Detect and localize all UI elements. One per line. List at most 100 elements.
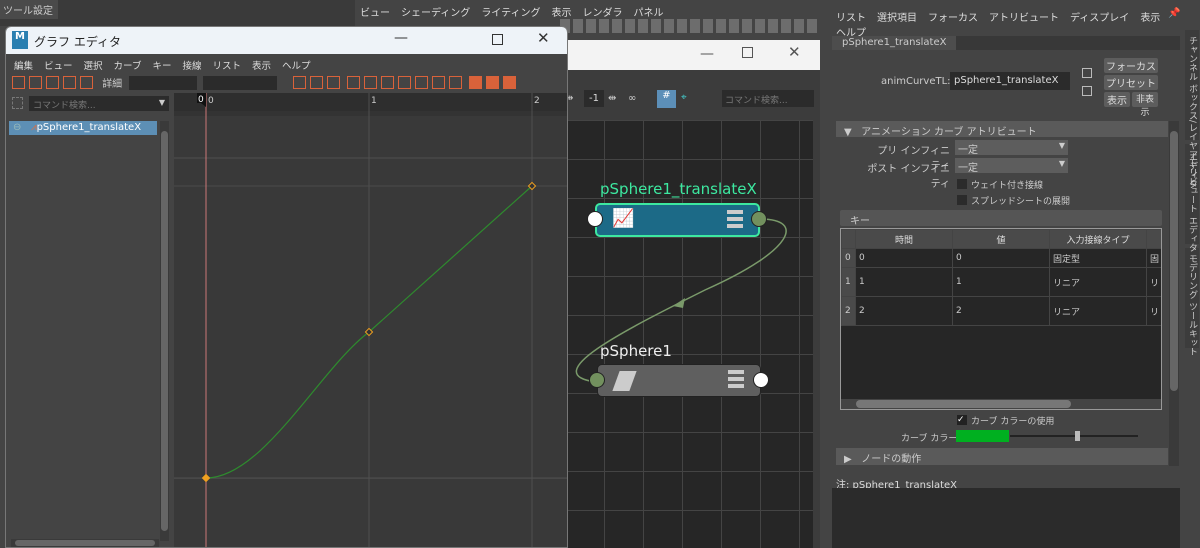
keyframe[interactable] <box>201 473 211 483</box>
scrollbar-thumb[interactable] <box>1170 131 1178 391</box>
cell-time[interactable]: 0 <box>855 248 953 268</box>
ae-menu-list[interactable]: リスト <box>836 13 866 24</box>
attribute-list-icon[interactable] <box>727 210 743 228</box>
close-icon[interactable]: ✕ <box>537 29 550 47</box>
curve-graph-svg[interactable]: 0 1 2 0 <box>174 93 568 548</box>
ge-menu-view[interactable]: ビュー <box>44 61 73 72</box>
grid-toggle-icon[interactable]: # <box>657 90 676 108</box>
insert-key-icon[interactable] <box>29 76 42 89</box>
dope-sheet-icon[interactable] <box>469 76 483 89</box>
keys-section-header[interactable]: キー <box>840 210 1162 227</box>
ae-menu-attributes[interactable]: アトリビュート <box>989 13 1059 24</box>
ae-menu-show[interactable]: 表示 <box>1140 13 1160 24</box>
scrollbar-thumb[interactable] <box>161 131 168 531</box>
frame-playback-icon[interactable] <box>309 76 323 89</box>
value-field[interactable] <box>202 75 277 90</box>
time-field[interactable] <box>129 75 198 90</box>
viewport-menu-show[interactable]: 表示 <box>552 8 572 19</box>
side-tab-modeling-toolkit[interactable]: モデリング ツールキット <box>1185 248 1199 356</box>
transform-node[interactable] <box>597 364 761 397</box>
tangent-spline-icon[interactable] <box>364 76 378 89</box>
cell-value[interactable]: 0 <box>952 248 1050 268</box>
table-row[interactable]: 0 0 0 固定型固 <box>841 248 1161 268</box>
lattice-icon[interactable] <box>46 76 59 89</box>
table-row[interactable]: 2 2 2 リニアリ <box>841 296 1161 326</box>
anim-curve-section-header[interactable]: ▼ アニメーション カーブ アトリビュート <box>836 121 1168 138</box>
viewport-menu-shading[interactable]: シェーディング <box>401 8 470 19</box>
select-icon[interactable] <box>12 97 23 109</box>
node-graph-canvas[interactable]: pSphere1_translateX 📈 pSphere1 <box>565 120 813 548</box>
ge-menu-list[interactable]: リスト <box>213 61 242 72</box>
ge-menu-keys[interactable]: キー <box>152 61 171 72</box>
keys-table[interactable]: 時間値入力接線タイプ 0 0 0 固定型固 1 1 1 リニアリ 2 2 2 リニアリ <box>840 228 1162 410</box>
ge-menu-show[interactable]: 表示 <box>252 61 271 72</box>
outliner-command-search[interactable]: コマンド検索... ▼ <box>29 96 169 111</box>
preset-button[interactable]: プリセット <box>1104 75 1158 90</box>
viewport-menu-view[interactable]: ビュー <box>360 8 390 19</box>
column-header-value[interactable]: 値 <box>952 229 1050 249</box>
curve-color-swatch[interactable] <box>956 430 1009 442</box>
ge-menu-select[interactable]: 選択 <box>84 61 103 72</box>
trax-icon[interactable] <box>486 76 500 89</box>
ge-menu-curves[interactable]: カーブ <box>114 61 142 72</box>
table-row[interactable]: 1 1 1 リニアリ <box>841 267 1161 297</box>
cell-time[interactable]: 1 <box>855 267 953 297</box>
cell-out-tangent[interactable]: リ <box>1146 267 1161 297</box>
side-tab-attribute-editor[interactable]: アトリビュート エディタ <box>1185 144 1199 252</box>
output-port[interactable] <box>753 372 769 388</box>
scrollbar-thumb[interactable] <box>856 400 1071 408</box>
viewport-menu-panels[interactable]: パネル <box>634 8 664 19</box>
outliner-vertical-scrollbar[interactable] <box>160 121 169 541</box>
region-icon[interactable] <box>63 76 76 89</box>
viewport-menu-renderer[interactable]: レンダラ <box>583 8 623 19</box>
tangent-clamped-icon[interactable] <box>381 76 395 89</box>
side-tab-channel-box[interactable]: チャンネル ボックス/レイヤ エディタ <box>1185 30 1199 189</box>
frame-all-icon[interactable] <box>292 76 306 89</box>
minimize-icon[interactable]: — <box>700 46 714 62</box>
ae-menu-selected[interactable]: 選択項目 <box>877 13 917 24</box>
scrollbar-thumb[interactable] <box>15 540 155 546</box>
tangent-linear-icon[interactable] <box>398 76 412 89</box>
outliner-item-curve[interactable]: ⊖ ⩘pSphere1_translateX <box>9 121 157 135</box>
retime-icon[interactable] <box>80 76 93 89</box>
offset-value[interactable]: -1 <box>584 90 604 107</box>
maximize-icon[interactable] <box>742 47 753 58</box>
ae-vertical-scrollbar[interactable] <box>1169 121 1179 466</box>
minimize-icon[interactable]: — <box>394 30 408 46</box>
node-name-field[interactable]: pSphere1_translateX <box>950 72 1070 90</box>
tangent-auto-icon[interactable] <box>347 76 361 89</box>
post-infinity-select[interactable]: 一定 ▼ <box>955 158 1068 174</box>
close-icon[interactable]: ✕ <box>788 43 801 61</box>
tangent-flat-icon[interactable] <box>415 76 429 89</box>
ge-menu-edit[interactable]: 編集 <box>14 61 33 72</box>
ae-tab-node[interactable]: pSphere1_translateX <box>832 36 957 50</box>
focus-button[interactable]: フォーカス <box>1104 58 1158 73</box>
pin-icon[interactable]: 📌 <box>1168 8 1180 19</box>
column-header-time[interactable]: 時間 <box>855 229 953 249</box>
cell-in-tangent[interactable]: リニア <box>1049 267 1147 297</box>
slider-handle[interactable] <box>1075 431 1080 441</box>
spread-icon[interactable]: ⇹ <box>608 93 616 104</box>
ae-menu-focus[interactable]: フォーカス <box>928 13 978 24</box>
input-port[interactable] <box>589 372 605 388</box>
cell-in-tangent[interactable]: 固定型 <box>1049 248 1147 268</box>
table-horizontal-scrollbar[interactable] <box>841 399 1161 409</box>
ge-menu-help[interactable]: ヘルプ <box>282 61 311 72</box>
cell-in-tangent[interactable]: リニア <box>1049 296 1147 326</box>
tool-settings-tab[interactable]: ツール設定 <box>0 0 58 19</box>
load-output-icon[interactable] <box>1082 86 1092 96</box>
load-input-icon[interactable] <box>1082 68 1092 78</box>
cell-out-tangent[interactable]: リ <box>1146 296 1161 326</box>
attribute-list-icon[interactable] <box>728 370 744 388</box>
curve-color-slider[interactable] <box>1010 435 1138 437</box>
outliner-horizontal-scrollbar[interactable] <box>11 539 159 547</box>
cell-value[interactable]: 1 <box>952 267 1050 297</box>
output-port[interactable] <box>751 211 767 227</box>
expand-spreadsheet-checkbox[interactable] <box>957 195 967 205</box>
viewport-toolbar-icons[interactable] <box>560 19 820 33</box>
ge-menu-tangents[interactable]: 接線 <box>183 61 202 72</box>
link-icon[interactable]: ∞ <box>628 93 636 104</box>
notes-field[interactable] <box>832 488 1180 548</box>
move-key-icon[interactable] <box>12 76 25 89</box>
time-editor-icon[interactable] <box>503 76 517 89</box>
